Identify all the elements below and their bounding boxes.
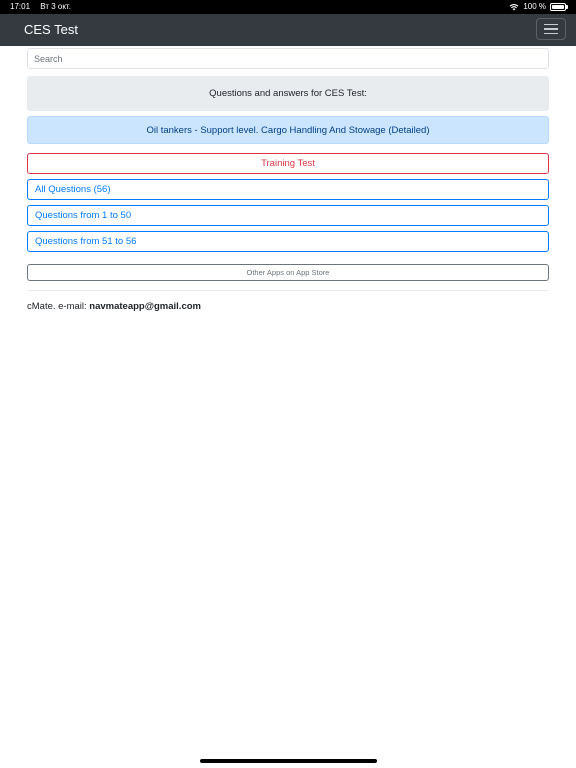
- status-date: Вт 3 окт.: [40, 2, 71, 11]
- questions-range-1-label: Questions from 1 to 50: [35, 210, 132, 221]
- app-title[interactable]: CES Test: [24, 14, 78, 46]
- other-apps-button[interactable]: Other Apps on App Store: [27, 264, 549, 281]
- battery-percent: 100 %: [523, 2, 546, 11]
- status-left: 17:01 Вт 3 окт.: [10, 0, 79, 14]
- questions-range-2-button[interactable]: Questions from 51 to 56: [27, 231, 549, 252]
- questions-range-2-label: Questions from 51 to 56: [35, 236, 137, 247]
- wifi-icon: [509, 4, 519, 11]
- battery-icon: [550, 3, 568, 11]
- questions-range-1-button[interactable]: Questions from 1 to 50: [27, 205, 549, 226]
- footer: cMate. e-mail: navmateapp@gmail.com: [27, 301, 549, 312]
- training-test-label: Training Test: [261, 158, 315, 169]
- all-questions-label: All Questions (56): [35, 184, 111, 195]
- home-indicator: [200, 759, 377, 763]
- search-input[interactable]: [27, 48, 549, 69]
- divider: [27, 290, 549, 291]
- other-apps-label: Other Apps on App Store: [246, 268, 330, 277]
- topic-banner: Oil tankers - Support level. Cargo Handl…: [27, 116, 549, 144]
- status-right: 100 %: [509, 0, 568, 14]
- menu-bar: [544, 28, 558, 30]
- status-bar: 17:01 Вт 3 окт. 100 %: [0, 0, 576, 14]
- navbar: CES Test: [0, 14, 576, 46]
- menu-bar: [544, 32, 558, 35]
- menu-bar: [544, 23, 558, 26]
- intro-text: Questions and answers for CES Test:: [209, 88, 367, 99]
- topic-text: Oil tankers - Support level. Cargo Handl…: [146, 124, 430, 136]
- hamburger-menu-icon[interactable]: [536, 18, 566, 40]
- training-test-button[interactable]: Training Test: [27, 153, 549, 174]
- all-questions-button[interactable]: All Questions (56): [27, 179, 549, 200]
- footer-prefix: cMate. e-mail:: [27, 301, 90, 312]
- contact-email-link[interactable]: navmateapp@gmail.com: [89, 301, 201, 312]
- main-content: Questions and answers for CES Test: Oil …: [27, 48, 549, 312]
- intro-banner: Questions and answers for CES Test:: [27, 76, 549, 111]
- status-time: 17:01: [10, 2, 31, 11]
